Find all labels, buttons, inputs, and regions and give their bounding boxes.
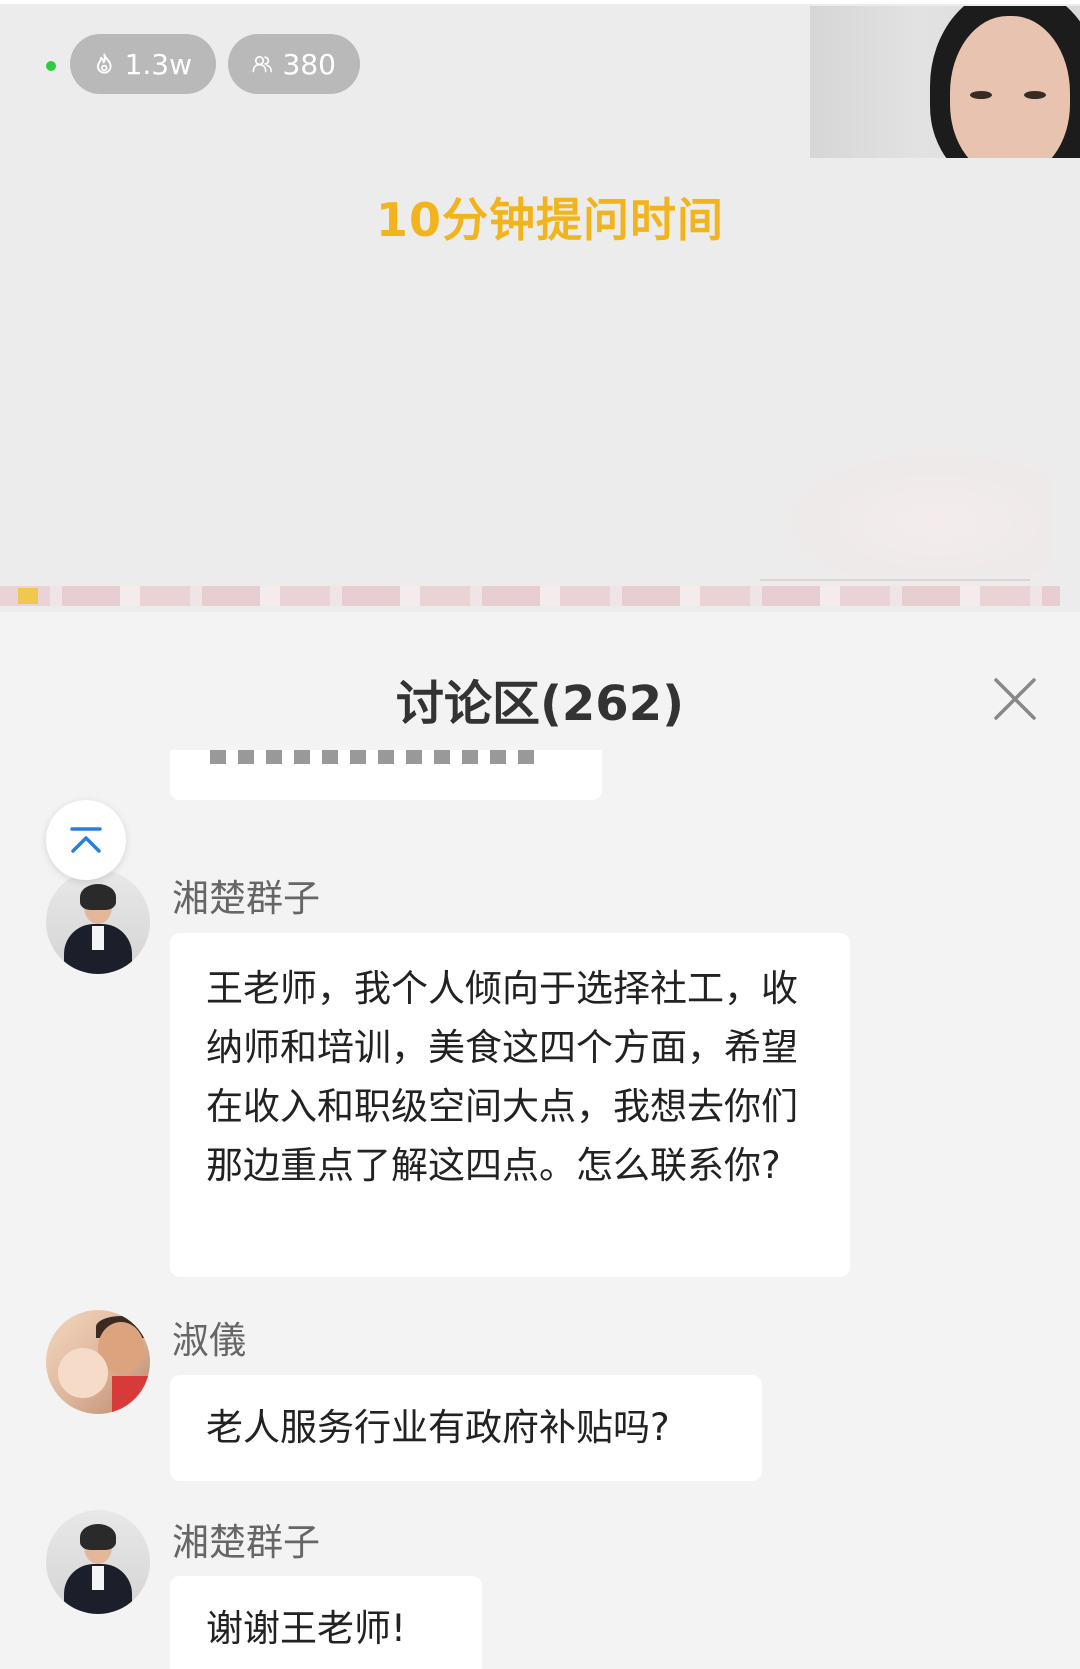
clipped-text: [210, 750, 540, 764]
message-bubble-clipped: [170, 750, 602, 800]
viewer-count-pill: 380: [228, 34, 360, 94]
heat-count-pill: 1.3w: [70, 34, 216, 94]
slide-divider: [760, 579, 1030, 581]
close-icon: [994, 678, 1036, 720]
presenter-camera[interactable]: [810, 6, 1080, 158]
message-author: 湘楚群子: [172, 1521, 320, 1564]
avatar-hair: [80, 1524, 116, 1550]
live-status-dot: [46, 61, 56, 71]
message-text: 老人服务行业有政府补贴吗?: [206, 1406, 670, 1449]
message-author: 湘楚群子: [172, 877, 320, 920]
live-video-area[interactable]: 1.3w 380 10分钟提问时间: [0, 0, 1080, 612]
message-bubble: 谢谢王老师!: [170, 1576, 482, 1669]
presenter-eye: [970, 91, 992, 99]
message-bubble: 王老师，我个人倾向于选择社工，收纳师和培训，美食这四个方面，希望在收入和职级空间…: [170, 933, 850, 1277]
chevron-up-icon: [70, 827, 102, 853]
avatar-baby-face: [58, 1348, 108, 1398]
playback-progress-bar[interactable]: [0, 586, 1060, 606]
avatar[interactable]: [46, 1310, 150, 1414]
avatar-shirt: [92, 1566, 104, 1590]
people-icon: [252, 55, 272, 73]
message-text: 谢谢王老师!: [206, 1607, 406, 1650]
slide-title: 10分钟提问时间: [375, 193, 724, 247]
presenter-eye: [1024, 91, 1046, 99]
avatar[interactable]: [46, 870, 150, 974]
heat-count: 1.3w: [124, 47, 192, 81]
discussion-title: 讨论区(262): [395, 676, 685, 732]
avatar-child-shirt: [112, 1376, 150, 1414]
viewer-count: 380: [282, 47, 336, 81]
scroll-to-top-button[interactable]: [46, 800, 126, 880]
avatar-hair: [80, 884, 116, 910]
flame-icon: [97, 53, 112, 74]
avatar[interactable]: [46, 1510, 150, 1614]
avatar-shirt: [92, 926, 104, 950]
progress-handle[interactable]: [18, 588, 38, 604]
slide-decoration: [770, 444, 1050, 574]
discussion-panel: 讨论区(262) 湘楚群子 王老师，我个人倾向于选择社工，收纳师和培训，美食这四…: [0, 612, 1080, 1669]
message-list[interactable]: 湘楚群子 王老师，我个人倾向于选择社工，收纳师和培训，美食这四个方面，希望在收入…: [0, 750, 1080, 1669]
message-author: 淑儀: [172, 1319, 246, 1362]
close-button[interactable]: [990, 674, 1040, 724]
message-text: 王老师，我个人倾向于选择社工，收纳师和培训，美食这四个方面，希望在收入和职级空间…: [206, 967, 798, 1187]
presenter-face: [950, 16, 1070, 158]
message-bubble: 老人服务行业有政府补贴吗?: [170, 1375, 762, 1481]
